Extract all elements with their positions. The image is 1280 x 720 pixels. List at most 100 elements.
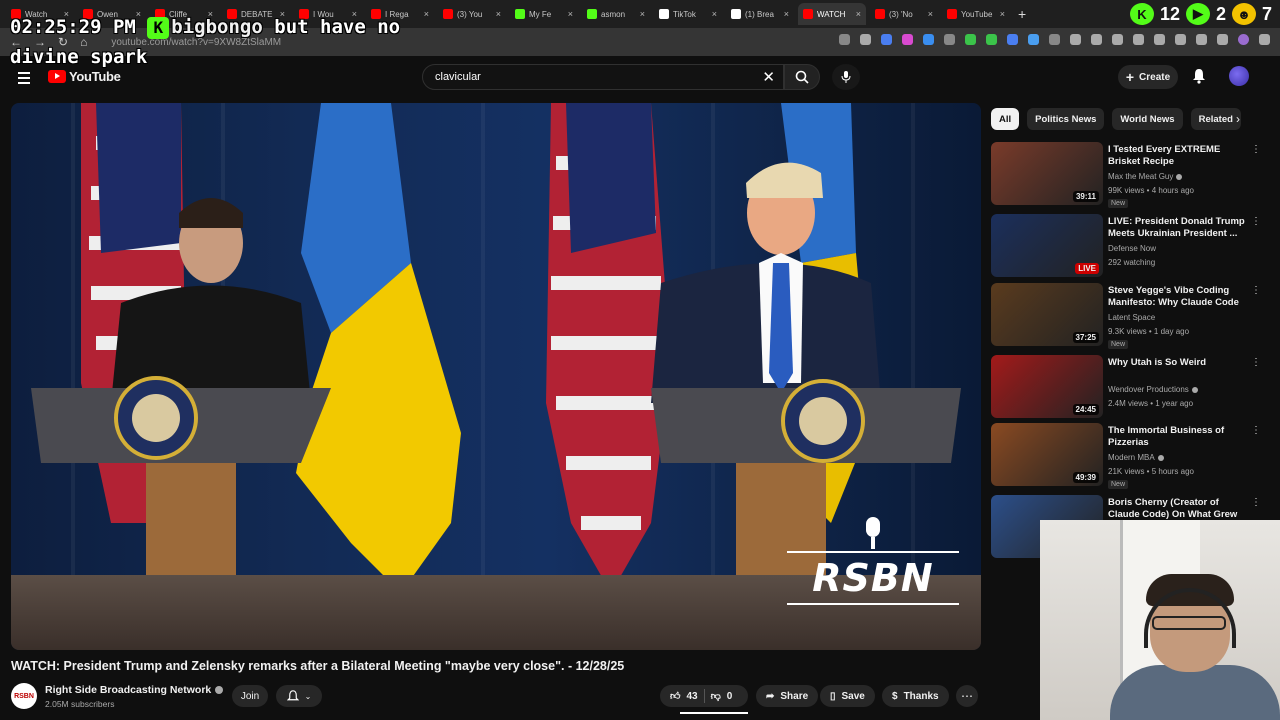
new-tab-icon[interactable]: + (1018, 6, 1026, 22)
close-tab-icon[interactable]: × (568, 9, 573, 19)
video-thumbnail[interactable]: LIVE (991, 214, 1103, 277)
chip-world-news[interactable]: World News (1112, 108, 1183, 130)
close-tab-icon[interactable]: × (928, 9, 933, 19)
recommended-video-title[interactable]: LIVE: President Donald Trump Meets Ukrai… (1108, 216, 1248, 240)
vertical-dots-menu-icon[interactable]: ⋮ (1251, 497, 1261, 508)
recommended-video[interactable]: LIVE LIVE: President Donald Trump Meets U… (991, 214, 1271, 280)
recommended-video-title[interactable]: I Tested Every EXTREME Brisket Recipe (1108, 144, 1248, 168)
close-tab-icon[interactable]: × (496, 9, 501, 19)
extension-icon[interactable] (881, 34, 892, 45)
close-tab-icon[interactable]: × (784, 9, 789, 19)
counter-a: 12 (1159, 3, 1180, 24)
download-icon[interactable] (1217, 34, 1228, 45)
recommended-video[interactable]: 39:11 I Tested Every EXTREME Brisket Reci… (991, 142, 1271, 208)
recommended-channel[interactable]: Defense Now (1108, 244, 1156, 253)
duration-badge: LIVE (1075, 263, 1099, 274)
video-player[interactable]: RSBN (11, 103, 981, 650)
clear-search-icon[interactable]: ✕ (762, 68, 775, 86)
extension-icon[interactable] (944, 34, 955, 45)
glasses-extension-icon[interactable]: ☻ (1231, 3, 1256, 25)
streamer-body (1110, 665, 1280, 720)
save-button[interactable]: ▯ Save (820, 685, 875, 707)
video-thumbnail[interactable]: 37:25 (991, 283, 1103, 346)
extension-icon[interactable] (1049, 34, 1060, 45)
more-actions-icon[interactable]: ⋯ (956, 685, 978, 707)
video-thumbnail[interactable]: 24:45 (991, 355, 1103, 418)
close-tab-icon[interactable]: × (712, 9, 717, 19)
chevron-right-icon[interactable]: › (1236, 112, 1240, 126)
recommended-video-title[interactable]: Steve Yegge's Vibe Coding Manifesto: Why… (1108, 285, 1248, 309)
extension-icon[interactable] (902, 34, 913, 45)
chip-related[interactable]: Related (1190, 108, 1241, 130)
like-count[interactable]: 43 (686, 691, 697, 702)
close-tab-icon[interactable]: × (856, 9, 861, 19)
browser-tab[interactable]: (1) Brea × (726, 3, 794, 25)
channel-name-row[interactable]: Right Side Broadcasting Network (45, 684, 224, 696)
dislike-count[interactable]: 0 (727, 691, 733, 702)
recommended-video[interactable]: 49:39 The Immortal Business of Pizzerias M… (991, 423, 1271, 489)
vertical-dots-menu-icon[interactable]: ⋮ (1251, 216, 1261, 227)
install-icon[interactable] (839, 34, 850, 45)
chip-politics-news[interactable]: Politics News (1027, 108, 1105, 130)
extension-icon[interactable] (1196, 34, 1207, 45)
extension-icon[interactable] (965, 34, 976, 45)
extension-icon[interactable] (923, 34, 934, 45)
browser-tab[interactable]: My Fe × (510, 3, 578, 25)
extension-icon[interactable] (1028, 34, 1039, 45)
subscription-bell-button[interactable]: ⌄ (276, 685, 322, 707)
notifications-bell-icon[interactable] (1192, 68, 1206, 89)
recommended-channel[interactable]: Modern MBA (1108, 453, 1155, 462)
browser-tab[interactable]: WATCH × (798, 3, 866, 25)
extension-icon[interactable] (1154, 34, 1165, 45)
voice-search-button[interactable] (832, 64, 860, 90)
vertical-dots-menu-icon[interactable]: ⋮ (1251, 425, 1261, 436)
bookmark-star-icon[interactable] (860, 34, 871, 45)
video-thumbnail[interactable]: 49:39 (991, 423, 1103, 486)
account-avatar[interactable] (1229, 66, 1249, 86)
browser-tab[interactable]: (3) 'No × (870, 3, 938, 25)
kick-extension-icon[interactable]: K (1129, 3, 1154, 25)
search-button[interactable] (784, 64, 820, 90)
devtools-icon[interactable] (1133, 34, 1144, 45)
recommended-channel-row: Max the Meat Guy (1108, 172, 1183, 181)
extension-icon[interactable] (1007, 34, 1018, 45)
search-input[interactable] (423, 65, 743, 89)
join-button[interactable]: Join (232, 685, 268, 707)
profile-avatar-icon[interactable] (1238, 34, 1249, 45)
thumbs-up-icon[interactable]: 👍︎ (670, 690, 680, 702)
channel-avatar[interactable]: RSBN (11, 683, 37, 709)
browser-tab[interactable]: YouTube × (942, 3, 1010, 25)
recommended-channel[interactable]: Max the Meat Guy (1108, 172, 1173, 181)
vertical-dots-menu-icon[interactable]: ⋮ (1251, 285, 1261, 296)
recommended-video-title[interactable]: Boris Cherny (Creator of Claude Code) On… (1108, 497, 1248, 521)
vertical-dots-menu-icon[interactable]: ⋮ (1251, 144, 1261, 155)
video-thumbnail[interactable]: 39:11 (991, 142, 1103, 205)
sidebar-icon[interactable] (1175, 34, 1186, 45)
create-button[interactable]: + Create (1118, 65, 1178, 89)
kebab-menu-icon[interactable] (1259, 34, 1270, 45)
vertical-dots-menu-icon[interactable]: ⋮ (1251, 357, 1261, 368)
recommended-video[interactable]: 37:25 Steve Yegge's Vibe Coding Manifesto… (991, 283, 1271, 349)
thumbs-down-icon[interactable]: 👎︎ (711, 690, 721, 702)
browser-tab[interactable]: TikTok × (654, 3, 722, 25)
recommended-channel[interactable]: Wendover Productions (1108, 385, 1189, 394)
extension-icon[interactable] (1112, 34, 1123, 45)
thanks-button[interactable]: $ Thanks (882, 685, 949, 707)
play-extension-icon[interactable]: ▶ (1185, 3, 1210, 25)
chip-all[interactable]: All (991, 108, 1020, 130)
extension-icon[interactable] (986, 34, 997, 45)
recommended-video-title[interactable]: Why Utah is So Weird (1108, 357, 1248, 369)
share-button[interactable]: ➦ Share (756, 685, 819, 707)
puzzle-icon[interactable] (1070, 34, 1081, 45)
hamburger-menu-icon[interactable] (18, 72, 30, 87)
recommended-video[interactable]: 24:45 Why Utah is So Weird Wendover Produc… (991, 355, 1271, 421)
clock-overlay: 02:25:29 PM (10, 16, 136, 38)
close-tab-icon[interactable]: × (640, 9, 645, 19)
channel-name[interactable]: Right Side Broadcasting Network (45, 684, 211, 696)
recommended-video-title[interactable]: The Immortal Business of Pizzerias (1108, 425, 1248, 449)
history-icon[interactable] (1091, 34, 1102, 45)
recommended-channel[interactable]: Latent Space (1108, 313, 1155, 322)
browser-tab[interactable]: asmon × (582, 3, 650, 25)
tab-label: My Fe (529, 9, 552, 19)
close-tab-icon[interactable]: × (1000, 9, 1005, 19)
